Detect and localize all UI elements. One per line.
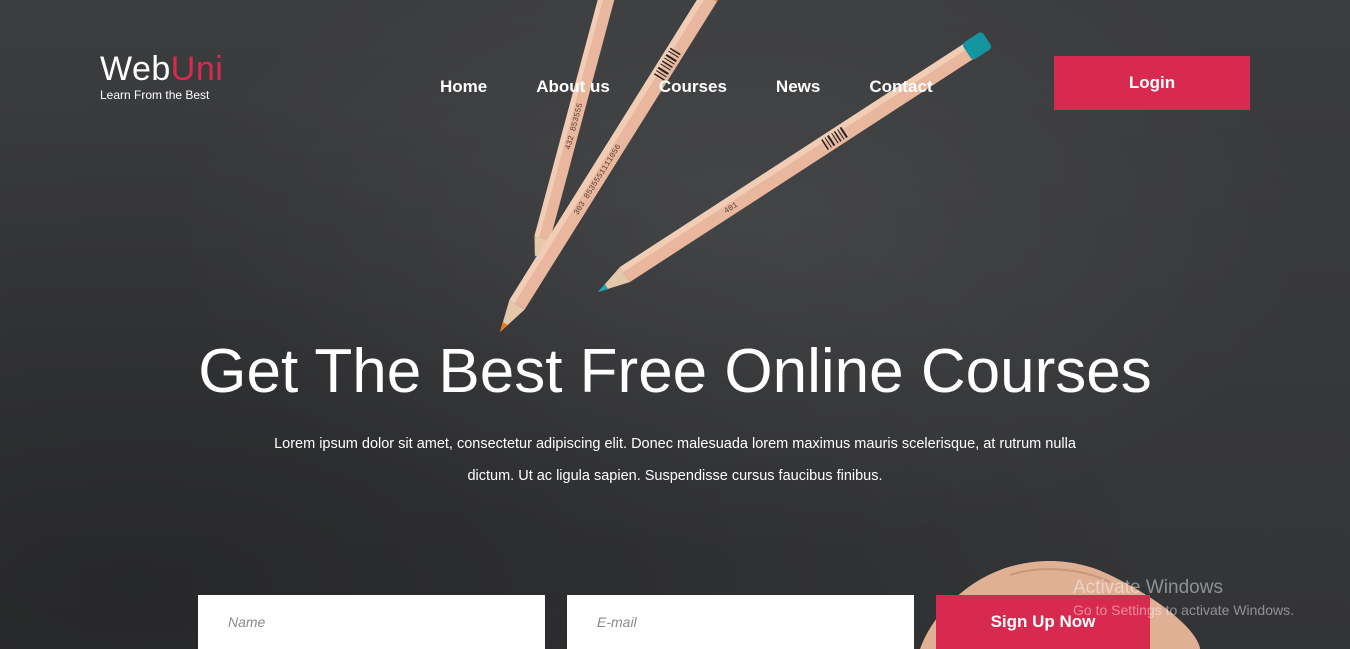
logo[interactable]: WebUni Learn From the Best — [100, 50, 223, 102]
nav-item-news[interactable]: News — [776, 77, 820, 97]
nav-item-contact[interactable]: Contact — [869, 77, 932, 97]
sign-up-button[interactable]: Sign Up Now — [936, 595, 1150, 649]
hero-title: Get The Best Free Online Courses — [198, 337, 1152, 406]
logo-accent-text: Uni — [170, 50, 224, 88]
email-input[interactable] — [567, 595, 914, 649]
main-nav: Home About us Courses News Contact — [440, 77, 982, 97]
login-button[interactable]: Login — [1054, 56, 1250, 110]
hero-description: Lorem ipsum dolor sit amet, consectetur … — [274, 436, 1076, 484]
logo-tagline: Learn From the Best — [100, 88, 210, 102]
svg-text:303 8535551111056: 303 8535551111056 — [572, 143, 623, 217]
hero-section: 432 853555 303 8535551111056 401 WebUni … — [0, 0, 1350, 649]
name-input[interactable] — [198, 595, 545, 649]
nav-item-about-us[interactable]: About us — [536, 77, 610, 97]
nav-item-courses[interactable]: Courses — [659, 77, 727, 97]
nav-item-home[interactable]: Home — [440, 77, 487, 97]
logo-text: WebUni — [100, 50, 223, 88]
logo-main-text: Web — [100, 50, 171, 88]
